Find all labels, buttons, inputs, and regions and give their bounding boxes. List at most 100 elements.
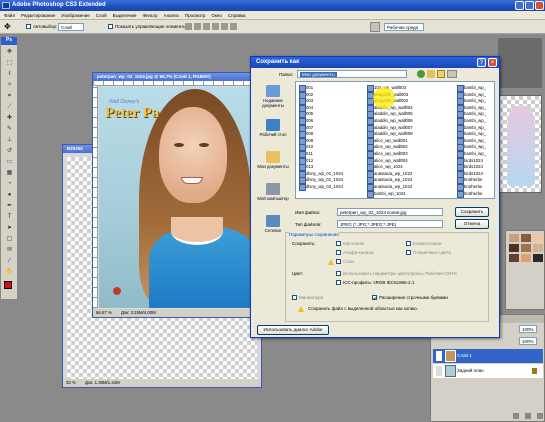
fill-field[interactable]: 100% bbox=[519, 337, 537, 345]
blur-tool-icon[interactable]: ◔ bbox=[4, 179, 15, 189]
alpha-checkbox[interactable] bbox=[336, 250, 341, 256]
help-icon[interactable]: ? bbox=[477, 58, 486, 67]
place-desktop[interactable]: Рабочий стол bbox=[254, 119, 292, 137]
align-vcenter-icon[interactable] bbox=[194, 23, 201, 30]
opt-thumb[interactable]: Миниатюра bbox=[292, 295, 323, 301]
folder-select[interactable]: Мои документы bbox=[297, 70, 407, 78]
eye-icon[interactable] bbox=[436, 366, 442, 376]
layers-checkbox[interactable] bbox=[336, 259, 341, 265]
close-icon[interactable] bbox=[535, 1, 544, 10]
clone-stamp-icon[interactable]: ⊥ bbox=[4, 135, 15, 145]
file-item[interactable]: bambi_wp_1024 bbox=[366, 190, 406, 198]
dialog-close-icon[interactable]: × bbox=[488, 58, 497, 67]
dodge-tool-icon[interactable]: ● bbox=[4, 190, 15, 200]
path-select-icon[interactable]: ➤ bbox=[4, 223, 15, 233]
opacity-field[interactable]: 100% bbox=[519, 325, 537, 333]
new-folder-icon[interactable] bbox=[437, 70, 445, 78]
opt-layers[interactable]: Слои bbox=[336, 259, 354, 265]
swatch-3[interactable] bbox=[533, 234, 543, 242]
history-brush-icon[interactable]: ↺ bbox=[4, 146, 15, 156]
transform-controls-checkbox[interactable] bbox=[108, 24, 113, 29]
opt-alpha[interactable]: Альфа-каналы bbox=[336, 250, 374, 256]
align-hcenter-icon[interactable] bbox=[221, 23, 228, 30]
slice-tool-icon[interactable]: ⟋ bbox=[4, 102, 15, 112]
brushes-palette-icon[interactable] bbox=[370, 22, 380, 32]
brush-tool-icon[interactable]: ✎ bbox=[4, 124, 15, 134]
swatch-2[interactable] bbox=[521, 234, 531, 242]
autoselect-checkbox[interactable] bbox=[26, 24, 31, 29]
hand-tool-icon[interactable]: ✋ bbox=[4, 267, 15, 277]
save-button[interactable]: Сохранить bbox=[455, 207, 489, 217]
proof-checkbox[interactable] bbox=[336, 271, 341, 277]
shape-tool-icon[interactable]: ▢ bbox=[4, 234, 15, 244]
menu-edit[interactable]: Редактирование bbox=[21, 11, 55, 19]
lowercase-checkbox[interactable]: ✔ bbox=[372, 295, 377, 301]
magic-wand-tool-icon[interactable]: ✧ bbox=[4, 80, 15, 90]
opt-notes[interactable]: Комментарии bbox=[406, 241, 441, 247]
type-tool-icon[interactable]: T bbox=[4, 212, 15, 222]
canvas-image[interactable]: Walt Disney's Peter Pa bbox=[99, 87, 263, 308]
eye-icon[interactable] bbox=[436, 351, 442, 361]
back-icon[interactable] bbox=[417, 70, 425, 78]
opt-copy[interactable]: Как копию bbox=[336, 241, 364, 247]
lasso-tool-icon[interactable]: ℓ bbox=[4, 69, 15, 79]
minimize-icon[interactable] bbox=[515, 1, 524, 10]
marquee-tool-icon[interactable]: ⬚ bbox=[4, 58, 15, 68]
menu-filter[interactable]: Фильтр bbox=[143, 11, 158, 19]
new-layer-icon[interactable] bbox=[525, 413, 531, 419]
move-tool-icon[interactable]: ✥ bbox=[4, 20, 11, 34]
opt-icc[interactable]: ICC-профиль: sRGB IEC61966-2.1 bbox=[336, 280, 414, 286]
opt-spot[interactable]: Плашечные цвета bbox=[406, 250, 451, 256]
autoselect-select[interactable]: Слой bbox=[58, 23, 84, 31]
workspace-select[interactable]: Рабочая среда bbox=[384, 23, 424, 31]
menu-help[interactable]: Справка bbox=[228, 11, 246, 19]
notes-checkbox[interactable] bbox=[406, 241, 411, 247]
file-list[interactable]: 001 002 003 004 005 006 007 008 009 010 011 012 013 1… bbox=[295, 81, 495, 199]
align-right-icon[interactable] bbox=[230, 23, 237, 30]
swatch-4[interactable] bbox=[509, 244, 519, 252]
thumbnail-checkbox[interactable] bbox=[292, 295, 297, 301]
swatch-8[interactable] bbox=[521, 254, 531, 262]
place-recent[interactable]: Недавние документы bbox=[254, 85, 292, 108]
gradient-tool-icon[interactable]: ▦ bbox=[4, 168, 15, 178]
swatch-5[interactable] bbox=[521, 244, 531, 252]
swatch-1[interactable] bbox=[509, 234, 519, 242]
crop-tool-icon[interactable]: ⌗ bbox=[4, 91, 15, 101]
foreground-color-swatch[interactable] bbox=[4, 281, 12, 289]
menu-image[interactable]: Изображение bbox=[61, 11, 89, 19]
adobe-dialog-button[interactable]: Использовать диалог Adobe bbox=[257, 325, 329, 335]
swatch-9[interactable] bbox=[533, 254, 543, 262]
swatch-6[interactable] bbox=[533, 244, 543, 252]
eyedropper-tool-icon[interactable]: ⁄ bbox=[4, 256, 15, 266]
menu-select[interactable]: Выделение bbox=[113, 11, 137, 19]
layer-row-1[interactable]: Слой 1 bbox=[433, 349, 543, 363]
view-menu-icon[interactable] bbox=[447, 70, 457, 78]
swatch-7[interactable] bbox=[509, 254, 519, 262]
healing-brush-icon[interactable]: ✚ bbox=[4, 113, 15, 123]
eraser-tool-icon[interactable]: ▭ bbox=[4, 157, 15, 167]
document-window-main[interactable]: peterpan_wp_02_1024.jpg @ 66,7% (Слой 1,… bbox=[92, 72, 264, 318]
copy-checkbox[interactable] bbox=[336, 241, 341, 247]
place-mydocs[interactable]: Мои документы bbox=[254, 151, 292, 169]
layer-row-background[interactable]: Задний план bbox=[433, 364, 543, 378]
filetype-select[interactable]: JPEG (*.JPG;*.JPEG;*.JPE) bbox=[337, 220, 443, 228]
cancel-button[interactable]: Отмена bbox=[455, 219, 489, 229]
up-folder-icon[interactable] bbox=[427, 70, 435, 78]
menu-layer[interactable]: Слой bbox=[96, 11, 107, 19]
maximize-icon[interactable] bbox=[525, 1, 534, 10]
pen-tool-icon[interactable]: ✒ bbox=[4, 201, 15, 211]
align-bottom-icon[interactable] bbox=[203, 23, 210, 30]
file-item[interactable]: dlsny_wp_02_1024 bbox=[298, 183, 343, 191]
align-top-icon[interactable] bbox=[185, 23, 192, 30]
notes-tool-icon[interactable]: ✉ bbox=[4, 245, 15, 255]
opt-proof[interactable]: Использовать параметры цветопробы: Рабоч… bbox=[336, 271, 457, 277]
menu-window[interactable]: Окно bbox=[211, 11, 221, 19]
menu-file[interactable]: Файл bbox=[4, 11, 15, 19]
file-item[interactable]: brotherbe bbox=[456, 190, 482, 198]
menu-analysis[interactable]: Анализ bbox=[164, 11, 179, 19]
place-network[interactable]: Сетевое bbox=[254, 215, 292, 233]
spot-checkbox[interactable] bbox=[406, 250, 411, 256]
menu-view[interactable]: Просмотр bbox=[185, 11, 206, 19]
icc-checkbox[interactable] bbox=[336, 280, 341, 286]
place-computer[interactable]: Мой компьютер bbox=[254, 183, 292, 201]
